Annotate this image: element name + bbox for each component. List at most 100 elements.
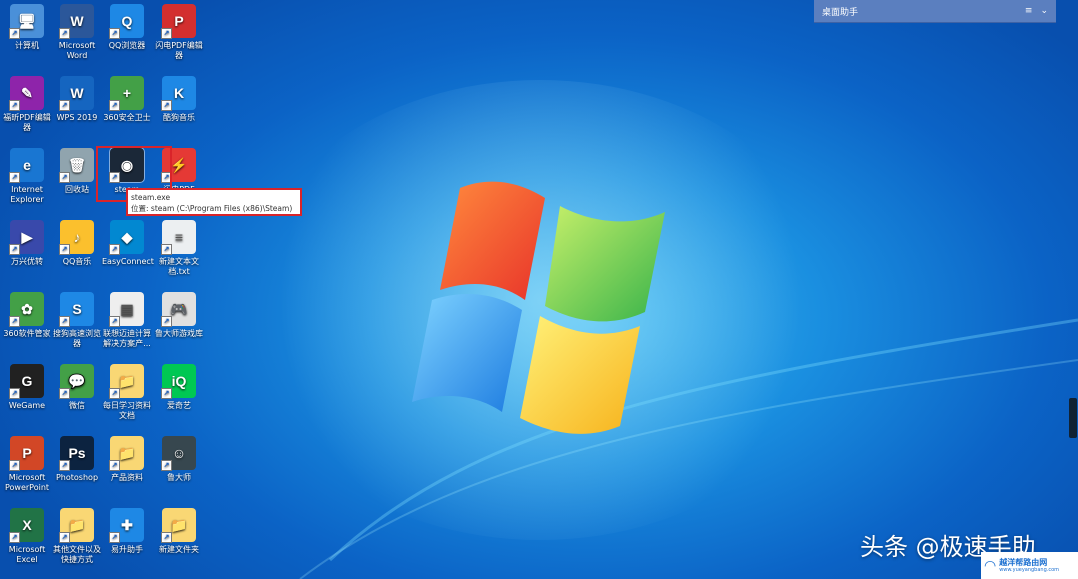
- sogou-icon: S ↗: [59, 292, 94, 327]
- desktop-icon-label: 万兴优转: [11, 257, 43, 266]
- desktop-icon-gamepad[interactable]: 🎮 ↗ 鲁大师游戏库: [154, 292, 204, 339]
- desktop-icon-converter[interactable]: ▶ ↗ 万兴优转: [2, 220, 52, 267]
- ludashi-icon: ☺ ↗: [161, 436, 196, 471]
- shortcut-arrow-icon: ↗: [109, 28, 120, 39]
- desktop-icon-qq-browser[interactable]: Q ↗ QQ浏览器: [102, 4, 152, 51]
- folder-icon: 📁 ↗: [161, 508, 196, 543]
- desktop-icon-label: Internet Explorer: [10, 185, 44, 204]
- iqiyi-icon: iQ ↗: [161, 364, 196, 399]
- desktop-icon-document[interactable]: ▦ ↗ 联想迈迪计算解决方案产...: [102, 292, 152, 349]
- desktop-helper-bar[interactable]: 桌面助手 ≡ ⌄: [814, 0, 1056, 23]
- desktop-icon-word[interactable]: W ↗ Microsoft Word: [52, 4, 102, 61]
- shortcut-arrow-icon: ↗: [9, 460, 20, 471]
- shortcut-arrow-icon: ↗: [59, 244, 70, 255]
- desktop-icon-recycle-bin[interactable]: 🗑 ↗ 回收站: [52, 148, 102, 195]
- desktop-icon-label: 酷狗音乐: [163, 113, 195, 122]
- pdf-editor-icon: P ↗: [161, 4, 196, 39]
- shortcut-arrow-icon: ↗: [161, 244, 172, 255]
- wifi-icon: ◠: [984, 557, 997, 574]
- desktop-icon-360-manager[interactable]: ✿ ↗ 360软件管家: [2, 292, 52, 339]
- desktop-icon-pdf-editor[interactable]: P ↗ 闪电PDF编辑器: [154, 4, 204, 61]
- menu-icon[interactable]: ≡: [1025, 6, 1033, 16]
- desktop-icon-folder[interactable]: 📁 ↗ 每日学习资料文档: [102, 364, 152, 421]
- desktop-icon-label: 每日学习资料文档: [103, 401, 151, 420]
- computer-icon: 🖥 ↗: [9, 4, 44, 39]
- desktop-icon-label: 福昕PDF编辑器: [3, 113, 51, 132]
- desktop-icon-label: 回收站: [65, 185, 89, 194]
- text-file-icon: ≡ ↗: [161, 220, 196, 255]
- desktop-icon-easyconnect[interactable]: ◆ ↗ EasyConnect: [102, 220, 154, 267]
- desktop-icon-label: 计算机: [15, 41, 39, 50]
- tooltip-location: 位置: steam (C:\Program Files (x86)\Steam): [131, 204, 293, 213]
- desktop-icon-wechat[interactable]: 💬 ↗ 微信: [52, 364, 102, 411]
- desktop-icon-upgrade-assistant[interactable]: ✚ ↗ 易升助手: [102, 508, 152, 555]
- chevron-down-icon[interactable]: ⌄: [1040, 6, 1048, 16]
- desktop-icon-ludashi[interactable]: ☺ ↗ 鲁大师: [154, 436, 204, 483]
- powerpoint-icon: P ↗: [9, 436, 44, 471]
- wechat-icon: 💬 ↗: [59, 364, 94, 399]
- steam-tooltip: steam.exe 位置: steam (C:\Program Files (x…: [126, 188, 302, 216]
- shortcut-arrow-icon: ↗: [59, 388, 70, 399]
- desktop-icon-ie[interactable]: e ↗ Internet Explorer: [2, 148, 52, 205]
- desktop-icon-folder[interactable]: 📁 ↗ 产品资料: [102, 436, 152, 483]
- desktop-icon-label: WPS 2019: [56, 113, 98, 122]
- desktop-icon-text-file[interactable]: ≡ ↗ 新建文本文档.txt: [154, 220, 204, 277]
- desktop-icon-label: 新建文本文档.txt: [159, 257, 199, 276]
- shortcut-arrow-icon: ↗: [9, 172, 20, 183]
- desktop-icon-photoshop[interactable]: Ps ↗ Photoshop: [52, 436, 102, 483]
- shortcut-arrow-icon: ↗: [161, 100, 172, 111]
- desktop-icon-label: 产品资料: [111, 473, 143, 482]
- desktop-icon-360-safe[interactable]: + ↗ 360安全卫士: [102, 76, 152, 123]
- shortcut-arrow-icon: ↗: [161, 316, 172, 327]
- desktop-icon-label: 闪电PDF编辑器: [155, 41, 203, 60]
- shortcut-arrow-icon: ↗: [109, 316, 120, 327]
- desktop-icon-label: 联想迈迪计算解决方案产...: [103, 329, 151, 348]
- shortcut-arrow-icon: ↗: [9, 100, 20, 111]
- desktop-icon-label: Photoshop: [55, 473, 99, 482]
- brand-title: 越洋帮路由网: [999, 558, 1048, 567]
- desktop-icon-label: 搜狗高速浏览器: [53, 329, 101, 348]
- brand-logo: ◠ 越洋帮路由网 www.yueyangbang.com: [981, 552, 1078, 579]
- qq-music-icon: ♪ ↗: [59, 220, 94, 255]
- gadget-handle[interactable]: [1069, 398, 1077, 438]
- desktop-icon-label: 其他文件以及快捷方式: [53, 545, 101, 564]
- desktop-icon-sogou[interactable]: S ↗ 搜狗高速浏览器: [52, 292, 102, 349]
- desktop-icon-label: Microsoft Word: [58, 41, 96, 60]
- shortcut-arrow-icon: ↗: [109, 460, 120, 471]
- shortcut-arrow-icon: ↗: [161, 28, 172, 39]
- shortcut-arrow-icon: ↗: [9, 532, 20, 543]
- desktop-icon-computer[interactable]: 🖥 ↗ 计算机: [2, 4, 52, 51]
- desktop-icon-wegame[interactable]: G ↗ WeGame: [2, 364, 52, 411]
- desktop-icon-powerpoint[interactable]: P ↗ Microsoft PowerPoint: [2, 436, 52, 493]
- folder-icon: 📁 ↗: [109, 364, 144, 399]
- shortcut-arrow-icon: ↗: [59, 316, 70, 327]
- shortcut-arrow-icon: ↗: [109, 244, 120, 255]
- desktop-helper-title: 桌面助手: [822, 7, 859, 18]
- desktop-icon-folder[interactable]: 📁 ↗ 其他文件以及快捷方式: [52, 508, 102, 565]
- easyconnect-icon: ◆ ↗: [109, 220, 144, 255]
- 360-manager-icon: ✿ ↗: [9, 292, 44, 327]
- shortcut-arrow-icon: ↗: [59, 172, 70, 183]
- shortcut-arrow-icon: ↗: [59, 460, 70, 471]
- desktop-icon-iqiyi[interactable]: iQ ↗ 爱奇艺: [154, 364, 204, 411]
- kugou-icon: K ↗: [161, 76, 196, 111]
- desktop-icon-label: 360软件管家: [3, 329, 51, 338]
- brand-url: www.yueyangbang.com: [999, 567, 1060, 573]
- desktop-icon-wps[interactable]: W ↗ WPS 2019: [52, 76, 102, 123]
- excel-icon: X ↗: [9, 508, 44, 543]
- desktop-icon-kugou[interactable]: K ↗ 酷狗音乐: [154, 76, 204, 123]
- desktop-icon-label: 微信: [69, 401, 85, 410]
- desktop-icon-folder[interactable]: 📁 ↗ 新建文件夹: [154, 508, 204, 555]
- desktop-icon-foxit[interactable]: ✎ ↗ 福昕PDF编辑器: [2, 76, 52, 133]
- tooltip-title: steam.exe: [131, 193, 171, 202]
- desktop-icon-label: 爱奇艺: [167, 401, 191, 410]
- shortcut-arrow-icon: ↗: [109, 100, 120, 111]
- converter-icon: ▶ ↗: [9, 220, 44, 255]
- desktop-icon-qq-music[interactable]: ♪ ↗ QQ音乐: [52, 220, 102, 267]
- recycle-bin-icon: 🗑 ↗: [59, 148, 94, 183]
- shortcut-arrow-icon: ↗: [9, 316, 20, 327]
- desktop-icon-label: QQ浏览器: [108, 41, 146, 50]
- desktop-icon-label: 鲁大师: [167, 473, 191, 482]
- word-icon: W ↗: [59, 4, 94, 39]
- desktop-icon-excel[interactable]: X ↗ Microsoft Excel: [2, 508, 52, 565]
